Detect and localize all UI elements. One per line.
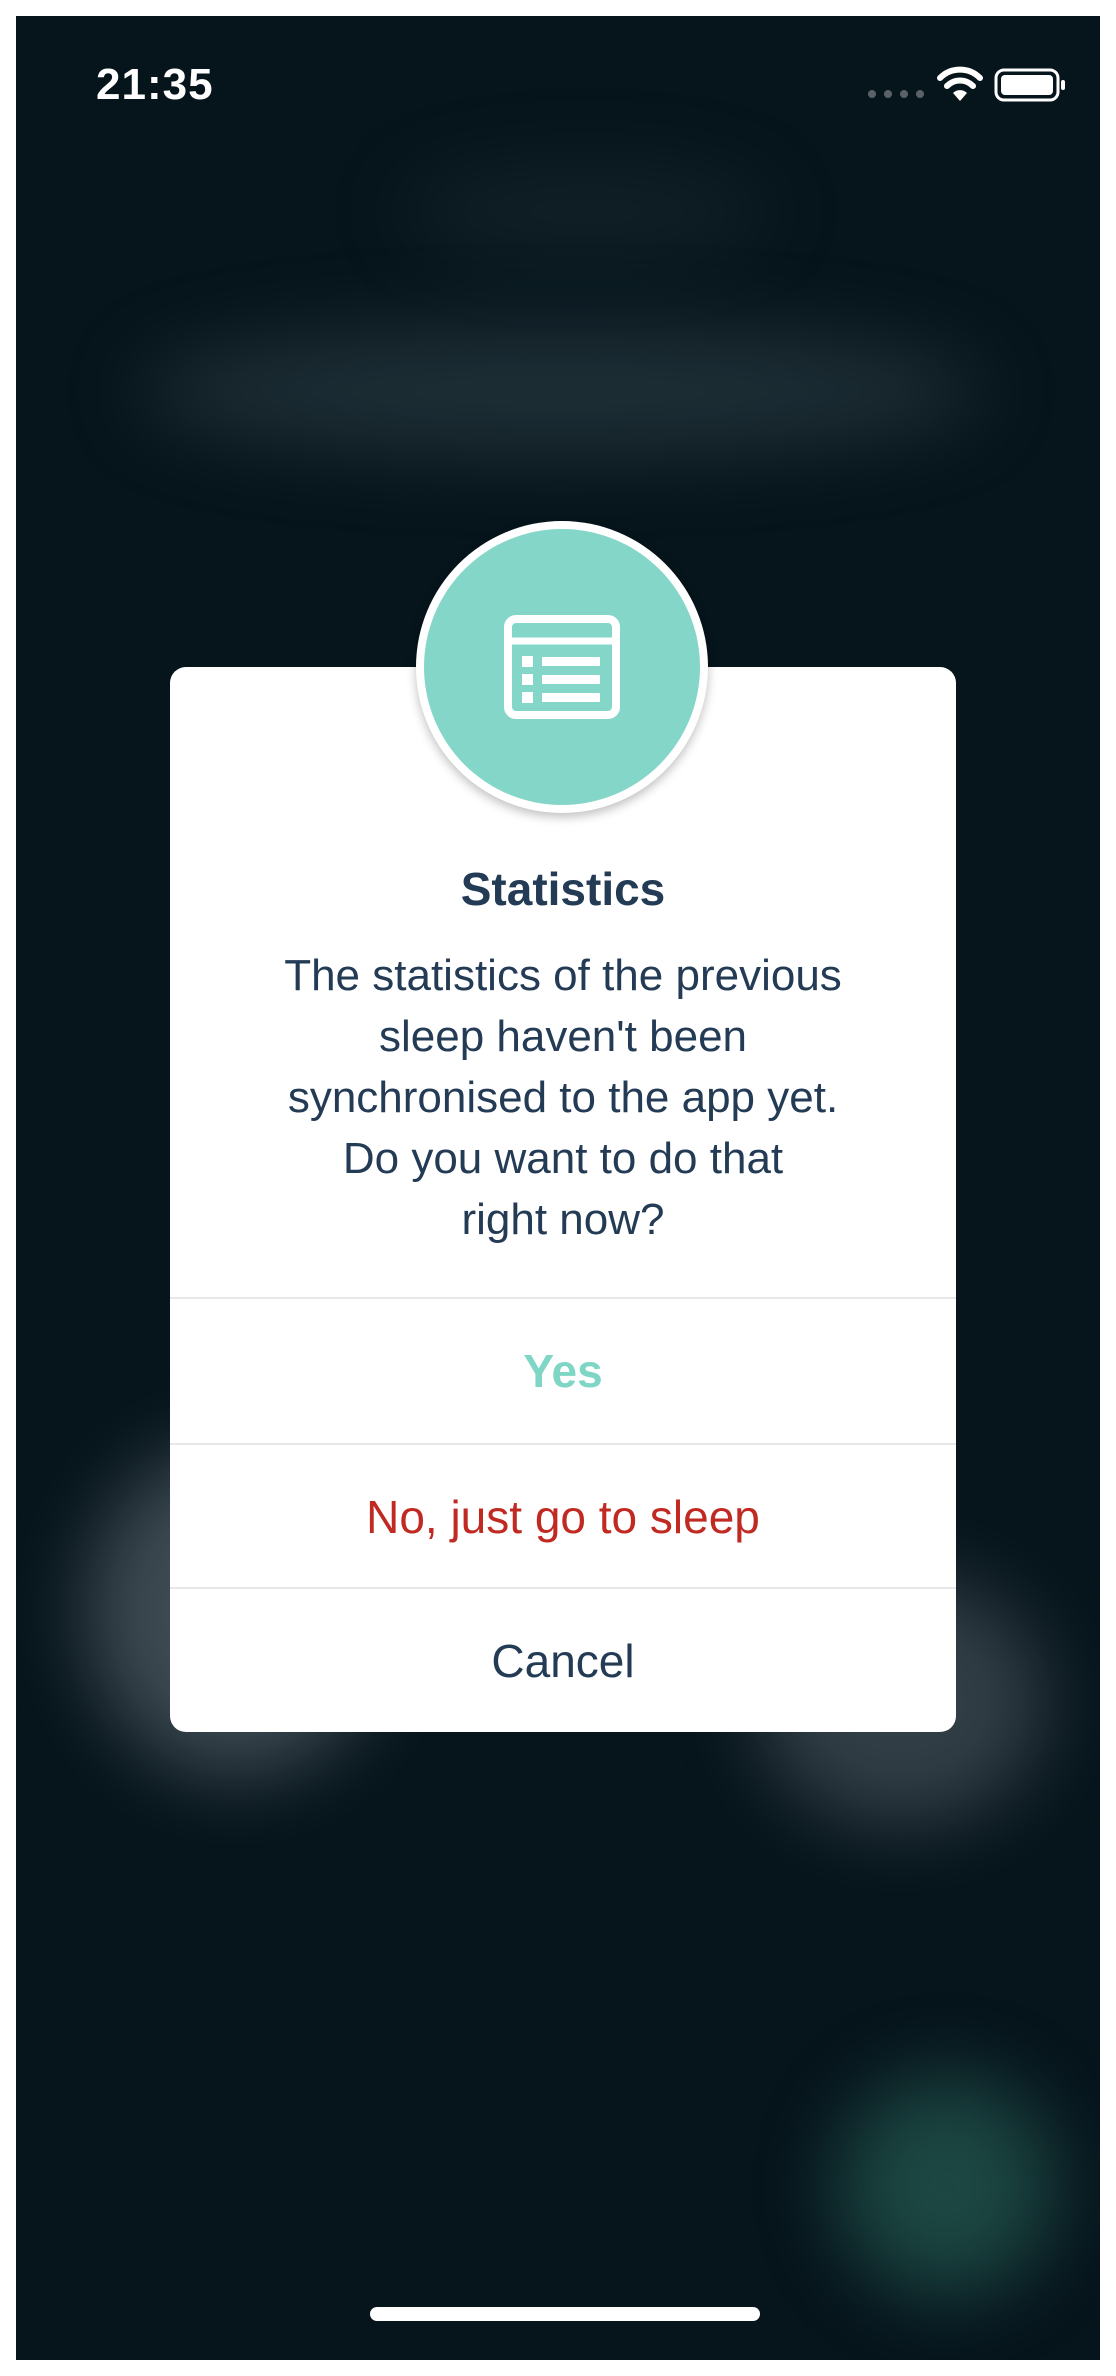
background-blur: [396, 166, 776, 256]
wifi-icon: [936, 64, 984, 104]
dialog-title: Statistics: [460, 863, 666, 915]
dialog-message: The statistics of the previous sleep hav…: [210, 945, 916, 1250]
battery-icon: [994, 68, 1068, 102]
signal-dots-icon: [868, 90, 924, 100]
screen: 21:35 Statistics The statistics of the p…: [16, 16, 1100, 2360]
home-indicator[interactable]: [370, 2307, 760, 2321]
status-bar: 21:35: [16, 16, 1100, 146]
cancel-button[interactable]: Cancel: [170, 1589, 956, 1733]
statistics-dialog: Statistics The statistics of the previou…: [170, 667, 956, 1732]
background-blur: [136, 326, 986, 456]
message-line: sleep haven't been: [378, 1012, 748, 1061]
message-line: right now?: [461, 1195, 665, 1244]
background-glow: [836, 2076, 1056, 2296]
yes-button[interactable]: Yes: [170, 1299, 956, 1443]
message-line: The statistics of the previous: [284, 951, 842, 1000]
message-line: Do you want to do that: [342, 1134, 784, 1183]
no-just-go-to-sleep-button[interactable]: No, just go to sleep: [170, 1445, 956, 1589]
statistics-list-icon: [424, 529, 700, 805]
status-time: 21:35: [96, 60, 214, 109]
dialog-icon-badge: [416, 521, 708, 813]
message-line: synchronised to the app yet.: [287, 1073, 839, 1122]
